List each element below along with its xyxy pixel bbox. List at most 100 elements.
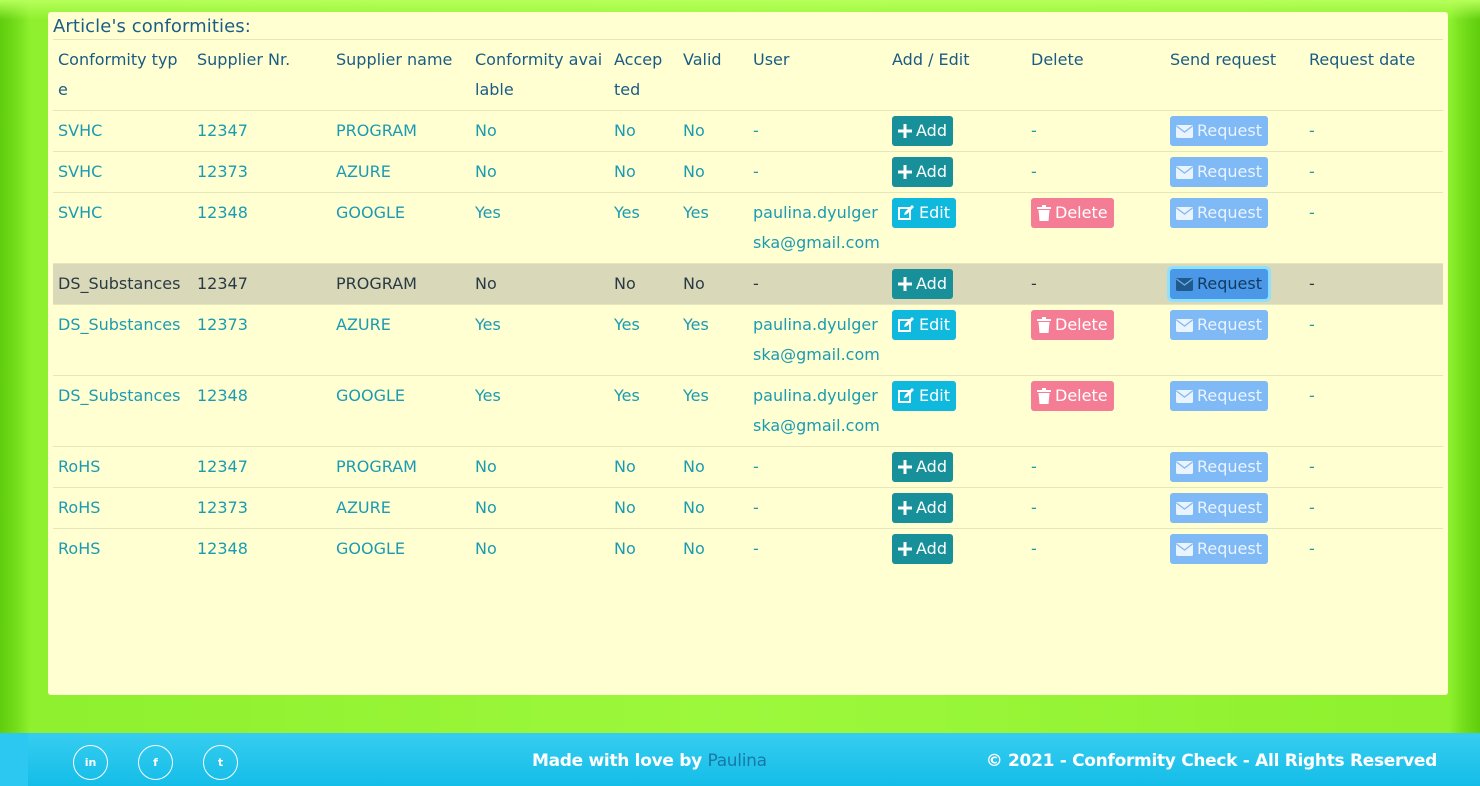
envelope-icon xyxy=(1176,277,1193,291)
edit-button[interactable]: Edit xyxy=(892,310,956,340)
send-request-button[interactable]: Request xyxy=(1170,452,1268,482)
facebook-icon[interactable]: f xyxy=(138,745,173,780)
envelope-icon xyxy=(1176,501,1193,515)
cell-accepted: No xyxy=(609,110,678,152)
cell-conformity-type: DS_Substances xyxy=(53,375,192,447)
button-label: Request xyxy=(1197,203,1262,222)
edit-button[interactable]: Edit xyxy=(892,198,956,228)
cell-supplier-name: GOOGLE xyxy=(331,528,470,569)
cell-add-edit: Add xyxy=(887,110,1026,152)
table-row: DS_Substances 12347 PROGRAM No No No - Add - Requ… xyxy=(53,263,1443,305)
cell-request-date: - xyxy=(1304,528,1443,569)
cell-send-request: Request xyxy=(1165,192,1304,264)
author-link[interactable]: Paulina xyxy=(708,751,768,771)
cell-send-request: Request xyxy=(1165,151,1304,193)
cell-request-date: - xyxy=(1304,446,1443,488)
cell-add-edit: Add xyxy=(887,446,1026,488)
col-conformity-available: Conformity available xyxy=(470,39,609,111)
add-button[interactable]: Add xyxy=(892,534,953,564)
cell-supplier-nr: 12348 xyxy=(192,192,331,264)
table-row: RoHS 12373 AZURE No No No - Add - Request - xyxy=(53,487,1443,529)
add-button[interactable]: Add xyxy=(892,452,953,482)
button-label: Edit xyxy=(919,203,950,222)
plus-icon xyxy=(898,124,912,138)
cell-conformity-type: RoHS xyxy=(53,528,192,569)
send-request-button[interactable]: Request xyxy=(1170,381,1268,411)
cell-request-date: - xyxy=(1304,151,1443,193)
cell-supplier-nr: 12373 xyxy=(192,304,331,376)
cell-accepted: No xyxy=(609,263,678,305)
button-label: Request xyxy=(1197,539,1262,558)
cell-accepted: No xyxy=(609,487,678,529)
send-request-button[interactable]: Request xyxy=(1170,116,1268,146)
twitter-icon[interactable]: t xyxy=(203,745,238,780)
add-button[interactable]: Add xyxy=(892,493,953,523)
col-valid: Valid xyxy=(678,39,748,111)
cell-delete: - xyxy=(1026,446,1165,488)
col-user: User xyxy=(748,39,887,111)
button-label: Add xyxy=(916,539,947,558)
cell-supplier-name: PROGRAM xyxy=(331,110,470,152)
copyright: © 2021 - Conformity Check - All Rights R… xyxy=(985,751,1438,771)
envelope-icon xyxy=(1176,165,1193,179)
cell-conformity-available: Yes xyxy=(470,192,609,264)
cell-conformity-available: No xyxy=(470,263,609,305)
cell-add-edit: Edit xyxy=(887,192,1026,264)
cell-add-edit: Add xyxy=(887,528,1026,569)
cell-accepted: Yes xyxy=(609,375,678,447)
cell-valid: No xyxy=(678,110,748,152)
edit-button[interactable]: Edit xyxy=(892,381,956,411)
col-delete: Delete xyxy=(1026,39,1165,111)
edit-icon xyxy=(898,317,914,332)
cell-delete: - xyxy=(1026,528,1165,569)
cell-user: - xyxy=(748,110,887,152)
delete-button[interactable]: Delete xyxy=(1031,381,1114,411)
cell-user: - xyxy=(748,487,887,529)
cell-send-request: Request xyxy=(1165,304,1304,376)
delete-button[interactable]: Delete xyxy=(1031,198,1114,228)
footer: in f t Made with love by Paulina © 2021 … xyxy=(0,733,1480,786)
cell-send-request: Request xyxy=(1165,263,1304,305)
cell-accepted: No xyxy=(609,151,678,193)
cell-request-date: - xyxy=(1304,263,1443,305)
trash-icon xyxy=(1037,205,1051,221)
add-button[interactable]: Add xyxy=(892,157,953,187)
cell-valid: Yes xyxy=(678,192,748,264)
cell-accepted: No xyxy=(609,446,678,488)
cell-user: paulina.dyulgerska@gmail.com xyxy=(748,375,887,447)
col-supplier-nr: Supplier Nr. xyxy=(192,39,331,111)
send-request-button[interactable]: Request xyxy=(1170,493,1268,523)
send-request-button[interactable]: Request xyxy=(1170,310,1268,340)
cell-supplier-name: GOOGLE xyxy=(331,375,470,447)
add-button[interactable]: Add xyxy=(892,269,953,299)
cell-add-edit: Edit xyxy=(887,375,1026,447)
envelope-icon xyxy=(1176,318,1193,332)
button-label: Add xyxy=(916,162,947,181)
send-request-button[interactable]: Request xyxy=(1170,157,1268,187)
table-header-row: Conformity type Supplier Nr. Supplier na… xyxy=(53,39,1443,111)
cell-user: - xyxy=(748,151,887,193)
cell-supplier-name: GOOGLE xyxy=(331,192,470,264)
cell-valid: No xyxy=(678,446,748,488)
linkedin-icon[interactable]: in xyxy=(73,745,108,780)
edit-icon xyxy=(898,205,914,220)
delete-button[interactable]: Delete xyxy=(1031,310,1114,340)
cell-request-date: - xyxy=(1304,304,1443,376)
cell-user: paulina.dyulgerska@gmail.com xyxy=(748,192,887,264)
cell-user: - xyxy=(748,446,887,488)
cell-supplier-nr: 12348 xyxy=(192,528,331,569)
button-label: Request xyxy=(1197,498,1262,517)
send-request-button[interactable]: Request xyxy=(1170,198,1268,228)
cell-supplier-nr: 12373 xyxy=(192,151,331,193)
cell-request-date: - xyxy=(1304,375,1443,447)
cell-conformity-type: SVHC xyxy=(53,192,192,264)
cell-request-date: - xyxy=(1304,192,1443,264)
envelope-icon xyxy=(1176,124,1193,138)
table-row: RoHS 12348 GOOGLE No No No - Add - Request - xyxy=(53,528,1443,569)
send-request-button[interactable]: Request xyxy=(1170,534,1268,564)
cell-conformity-type: DS_Substances xyxy=(53,263,192,305)
cell-valid: Yes xyxy=(678,375,748,447)
add-button[interactable]: Add xyxy=(892,116,953,146)
send-request-button[interactable]: Request xyxy=(1170,269,1268,299)
button-label: Add xyxy=(916,457,947,476)
